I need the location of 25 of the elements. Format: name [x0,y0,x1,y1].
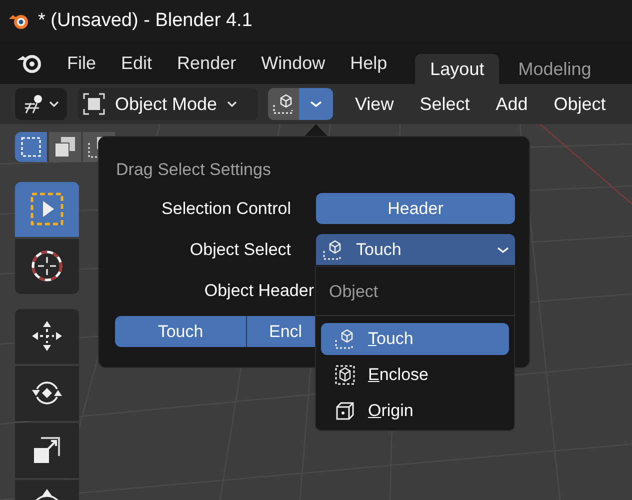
object-select-dropdown[interactable]: Touch [316,234,515,265]
workspace-tab[interactable]: Layout [415,54,500,84]
menu-option[interactable]: Origin [321,394,509,426]
menu-item[interactable]: Render [177,50,236,76]
menu-heading: Object [316,267,514,316]
menu-item[interactable]: File [67,50,96,76]
field-label: Object Select [188,238,291,261]
segment-button[interactable]: Touch [115,316,246,347]
menu-item[interactable]: View [355,90,394,118]
menu-item[interactable]: Edit [121,50,152,76]
menu-option[interactable]: Touch [321,322,509,354]
popover-title: Drag Select Settings [116,159,272,181]
menu-item[interactable]: Help [350,50,388,76]
object-mode-dropdown[interactable]: Object Mode [77,88,258,120]
field-label: Selection Control [160,198,291,220]
menu-item[interactable]: Add [496,90,528,118]
workspace-tab[interactable]: Modeling [503,54,606,84]
segment-button[interactable]: Encl [246,316,315,347]
menu-item[interactable]: Window [261,50,326,76]
menu-item[interactable]: Object [554,90,606,118]
field-label: Object Header [203,280,314,302]
menu-item[interactable]: Select [420,90,470,118]
selection-control-button[interactable]: Header [316,193,515,224]
window-title: * (Unsaved) - Blender 4.1 [38,8,252,33]
menu-option[interactable]: Enclose [321,358,509,390]
